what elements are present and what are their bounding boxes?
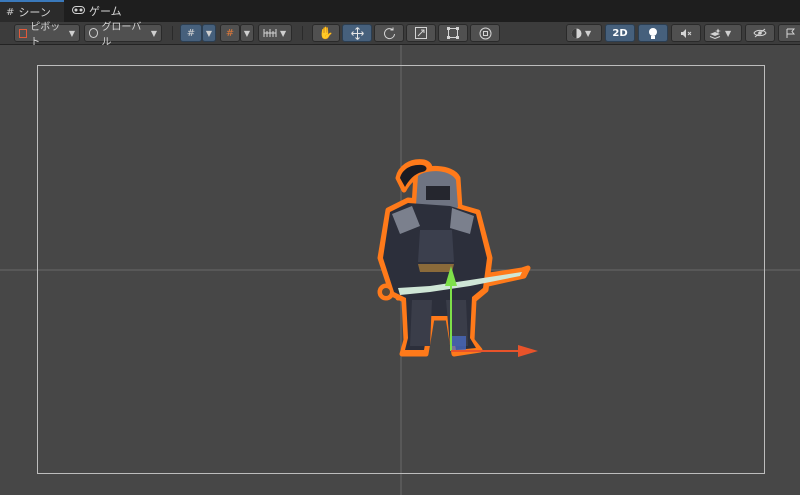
lighting-button[interactable] xyxy=(638,24,668,42)
grid-icon: # xyxy=(6,6,15,18)
chevron-down-icon: ▼ xyxy=(68,28,75,38)
grid-toggle-icon: # xyxy=(225,27,235,39)
gizmo-x-arrow-icon[interactable] xyxy=(518,345,538,357)
hand-tool-button[interactable]: ✋ xyxy=(312,24,340,42)
gamepad-icon xyxy=(72,5,85,17)
gizmos-button[interactable] xyxy=(778,24,800,42)
increment-snap-icon xyxy=(263,29,277,37)
grid-snap-icon: # xyxy=(186,27,196,39)
shading-mode-dropdown[interactable]: ▼ xyxy=(566,24,602,42)
move-tool-button[interactable] xyxy=(342,24,372,42)
visibility-icon xyxy=(753,28,767,38)
chevron-down-icon: ▼ xyxy=(243,28,251,38)
separator xyxy=(172,26,173,40)
transform-tool-button[interactable] xyxy=(470,24,500,42)
global-label: グローバル xyxy=(101,22,142,48)
move-tool-icon xyxy=(350,26,364,40)
rotate-tool-button[interactable] xyxy=(374,24,404,42)
tab-game-label: ゲーム xyxy=(89,5,122,18)
scene-toolbar: ピボット ▼ グローバル ▼ # ▼ # ▼ ▼ ✋ ▼ 2D ▼ xyxy=(0,22,800,48)
separator xyxy=(302,26,303,40)
gizmo-xy-plane-handle[interactable] xyxy=(452,336,466,350)
scale-tool-icon xyxy=(415,27,427,39)
grid-snap-button[interactable]: # xyxy=(180,24,202,42)
hand-tool-icon: ✋ xyxy=(318,26,334,40)
effects-icon xyxy=(709,28,721,39)
grid-snap-dropdown[interactable]: ▼ xyxy=(202,24,216,42)
transform-tool-icon xyxy=(479,27,491,39)
pivot-icon xyxy=(19,28,28,38)
global-dropdown[interactable]: グローバル ▼ xyxy=(84,22,162,48)
grid-toggle-dropdown[interactable]: ▼ xyxy=(240,24,254,42)
chevron-down-icon: ▼ xyxy=(205,28,213,38)
mode-2d-label: 2D xyxy=(612,27,628,39)
pivot-label: ピボット xyxy=(30,22,61,48)
rect-tool-icon xyxy=(447,27,459,39)
grid-toggle-button[interactable]: # xyxy=(220,24,240,42)
chevron-down-icon: ▼ xyxy=(280,28,287,38)
knight-sprite[interactable] xyxy=(377,159,531,357)
mode-2d-button[interactable]: 2D xyxy=(605,24,635,42)
audio-mute-button[interactable] xyxy=(671,24,701,42)
audio-mute-icon xyxy=(681,28,692,38)
lighting-icon xyxy=(649,27,657,39)
rotate-tool-icon xyxy=(383,27,395,39)
chevron-down-icon: ▼ xyxy=(725,28,732,38)
chevron-down-icon: ▼ xyxy=(150,28,157,38)
rect-tool-button[interactable] xyxy=(438,24,468,42)
pivot-dropdown[interactable]: ピボット ▼ xyxy=(14,22,80,48)
globe-icon xyxy=(89,28,99,38)
increment-snap-button[interactable]: ▼ xyxy=(258,24,292,42)
chevron-down-icon: ▼ xyxy=(585,28,592,38)
effects-dropdown[interactable]: ▼ xyxy=(704,24,742,42)
shading-mode-icon xyxy=(571,28,582,38)
scale-tool-button[interactable] xyxy=(406,24,436,42)
scene-view[interactable] xyxy=(0,45,800,495)
gizmos-icon xyxy=(786,28,795,38)
visibility-button[interactable] xyxy=(745,24,775,42)
